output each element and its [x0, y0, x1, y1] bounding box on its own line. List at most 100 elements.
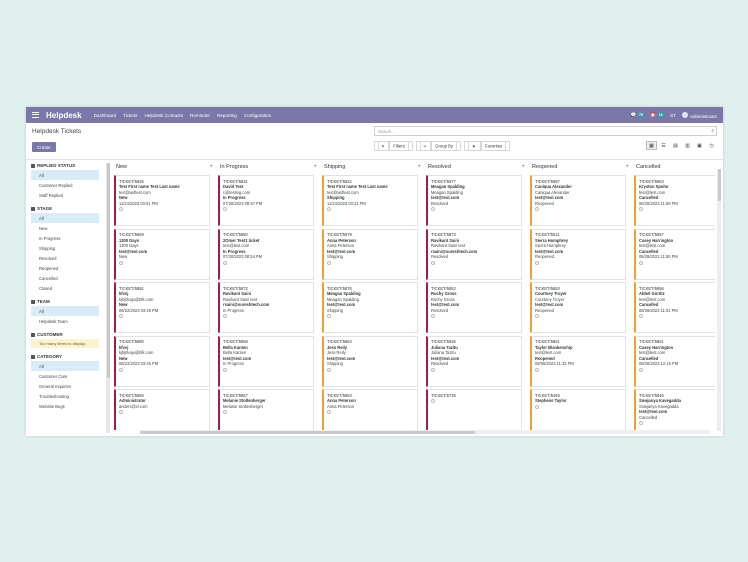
assignee-avatar-icon[interactable]: [431, 207, 435, 212]
list-view-icon[interactable]: ☰: [658, 141, 669, 150]
assignee-avatar-icon[interactable]: [535, 260, 539, 265]
menu-dashboard[interactable]: Dashboard: [94, 113, 116, 118]
ticket-card[interactable]: TICKET/5863 Kryston Spohn test@test.com Can…: [634, 175, 715, 226]
menu-reminder[interactable]: Reminder: [190, 113, 210, 118]
assignee-avatar-icon[interactable]: [327, 314, 331, 319]
assignee-avatar-icon[interactable]: [535, 314, 539, 319]
menu-configuration[interactable]: Configuration: [244, 113, 271, 118]
search-input[interactable]: Search... ⌕: [374, 126, 717, 136]
ticket-card[interactable]: TICKET/5867 Melanie Stoltenberger Melanie …: [218, 389, 314, 430]
replied-staff[interactable]: Staff Replied: [31, 190, 99, 200]
assignee-avatar-icon[interactable]: [223, 367, 227, 372]
menu-tickets[interactable]: Tickets: [123, 113, 137, 118]
ticket-card[interactable]: TICKET/5861 Taylor Blankenship test@test.c…: [530, 335, 626, 387]
assignee-avatar-icon[interactable]: [119, 260, 123, 265]
stage-all[interactable]: All: [31, 213, 99, 223]
team-helpdesk[interactable]: Helpdesk Team: [31, 316, 99, 326]
calendar-view-icon[interactable]: ▣: [694, 141, 705, 150]
favorites-button[interactable]: ★ Favorites: [463, 141, 511, 151]
ticket-card[interactable]: TICKET/5873 Ravikant Saini Ravikant Saini …: [426, 228, 522, 280]
assignee-avatar-icon[interactable]: [119, 314, 123, 319]
ticket-card[interactable]: TICKET/5887 Caniqua Alexander Caniqua Alex…: [530, 175, 626, 226]
ticket-card[interactable]: TICKET/5880 2Omer Test1 ticket test@test.c…: [218, 228, 314, 280]
create-button[interactable]: Create: [32, 142, 56, 152]
assignee-avatar-icon[interactable]: [327, 207, 331, 212]
category-general-inquiries[interactable]: General Inquiries: [31, 381, 99, 391]
ticket-card[interactable]: TICKET/5825 Test First name Test Last nam…: [114, 175, 210, 226]
ticket-card[interactable]: TICKET/5872 Ravikant Saini Ravikant Saini …: [218, 282, 314, 333]
assignee-avatar-icon[interactable]: [535, 367, 539, 372]
assignee-avatar-icon[interactable]: [327, 410, 331, 415]
stage-reopened[interactable]: Reopened: [31, 263, 99, 273]
assignee-avatar-icon[interactable]: [119, 207, 123, 212]
stage-new[interactable]: New: [31, 223, 99, 233]
quick-create-icon[interactable]: +: [417, 164, 421, 170]
search-icon[interactable]: ⌕: [711, 128, 714, 134]
ticket-card[interactable]: TICKET/5831 David Test c@testing.com In Pro…: [218, 175, 314, 226]
category-troubleshooting[interactable]: Troubleshooting: [31, 391, 99, 401]
assignee-avatar-icon[interactable]: [223, 207, 227, 212]
quick-create-icon[interactable]: +: [625, 164, 629, 170]
quick-create-icon[interactable]: +: [521, 164, 525, 170]
ticket-card[interactable]: TICKET/5877 Meagan Spalding Meagan Spaldin…: [426, 175, 522, 226]
stage-cancelled[interactable]: Cancelled: [31, 273, 99, 283]
assignee-avatar-icon[interactable]: [223, 410, 227, 415]
ticket-card[interactable]: TICKET/5857 Casey Harrington test@test.com…: [634, 228, 715, 280]
user-menu[interactable]: Administrator: [681, 111, 717, 119]
quick-create-icon[interactable]: +: [313, 164, 317, 170]
stage-in-progress[interactable]: In Progress: [31, 233, 99, 243]
apps-menu-icon[interactable]: [32, 112, 39, 118]
assignee-avatar-icon[interactable]: [639, 207, 643, 212]
ticket-card[interactable]: TICKET/5493 Stephens Taylor: [530, 389, 626, 430]
ticket-card[interactable]: TICKET/5856 Abbel Gortitz test@test.com Can…: [634, 282, 715, 333]
ticket-card[interactable]: TICKET/5822 Test First name Test Last nam…: [322, 175, 418, 226]
ticket-card[interactable]: TICKET/5846 Sowjanya Kavegadda Sowjanya Ka…: [634, 389, 715, 430]
menu-reporting[interactable]: Reporting: [217, 113, 237, 118]
assignee-avatar-icon[interactable]: [431, 367, 435, 372]
replied-all[interactable]: All: [31, 170, 99, 180]
category-all[interactable]: All: [31, 361, 99, 371]
assignee-avatar-icon[interactable]: [535, 207, 539, 212]
ticket-card[interactable]: TICKET/5735: [426, 389, 522, 430]
assignee-avatar-icon[interactable]: [639, 314, 643, 319]
chat-notifications[interactable]: 💬 79: [631, 112, 645, 118]
assignee-avatar-icon[interactable]: [639, 421, 643, 426]
assignee-avatar-icon[interactable]: [223, 314, 227, 319]
ticket-card[interactable]: TICKET/5876 Meagan Spalding Meagan Spaldin…: [322, 282, 418, 333]
board-horizontal-scrollbar[interactable]: [140, 430, 710, 434]
assignee-avatar-icon[interactable]: [431, 260, 435, 265]
ticket-card[interactable]: TICKET/5886 Administrator anders@sl.com: [114, 389, 210, 430]
assignee-avatar-icon[interactable]: [119, 410, 123, 415]
grid-view-icon[interactable]: ▤: [670, 141, 681, 150]
assignee-avatar-icon[interactable]: [223, 260, 227, 265]
filters-button[interactable]: ▾ Filters: [374, 141, 413, 151]
assignee-avatar-icon[interactable]: [639, 260, 643, 265]
assignee-avatar-icon[interactable]: [535, 404, 539, 409]
assignee-avatar-icon[interactable]: [639, 367, 643, 372]
activity-view-icon[interactable]: ◷: [706, 141, 717, 150]
ticket-card[interactable]: TICKET/5863 Courtney Troyer Courtney Troye…: [530, 282, 626, 333]
category-website-bugs[interactable]: Website Bugs: [31, 401, 99, 411]
board-vertical-scrollbar[interactable]: [717, 169, 721, 431]
ticket-card[interactable]: TICKET/5863 Anna Peterson Anna Peterson: [322, 389, 418, 430]
graph-view-icon[interactable]: ▥: [682, 141, 693, 150]
ticket-card[interactable]: TICKET/5869 1300 Days 1300 Days test@test.c…: [114, 228, 210, 280]
ticket-card[interactable]: TICKET/5891 kfvvj kjhjlrkaju@bfk.com New 08/…: [114, 282, 210, 333]
assignee-avatar-icon[interactable]: [327, 367, 331, 372]
ticket-card[interactable]: TICKET/5864 Jess Reily Jess Reily test@test…: [322, 335, 418, 387]
group-by-button[interactable]: ≡ Group By: [415, 141, 461, 151]
company-initials[interactable]: ST: [670, 113, 676, 118]
ticket-card[interactable]: TICKET/5868 Bella Kanten Bella Kanten test@…: [218, 335, 314, 387]
stage-closed[interactable]: Closed: [31, 283, 99, 293]
ticket-card[interactable]: TICKET/5836 Juliana Tazitu Juliana Tazitu t…: [426, 335, 522, 387]
category-customer-care[interactable]: Customer Care: [31, 371, 99, 381]
sidebar-scrollbar[interactable]: [106, 163, 110, 433]
ticket-card[interactable]: TICKET/5890 kfvvj kjhjlrkaju@bfk.com New 08/…: [114, 335, 210, 387]
ticket-card[interactable]: TICKET/5879 Anna Peterson Anna Peterson tes…: [322, 228, 418, 280]
assignee-avatar-icon[interactable]: [119, 367, 123, 372]
ticket-card[interactable]: TICKET/5852 Ruchy Gross Ruchy Gross test@te…: [426, 282, 522, 333]
menu-helpdesk-contacts[interactable]: Helpdesk Contacts: [144, 113, 183, 118]
team-all[interactable]: All: [31, 306, 99, 316]
stage-resolved[interactable]: Resolved: [31, 253, 99, 263]
stage-shipping[interactable]: Shipping: [31, 243, 99, 253]
